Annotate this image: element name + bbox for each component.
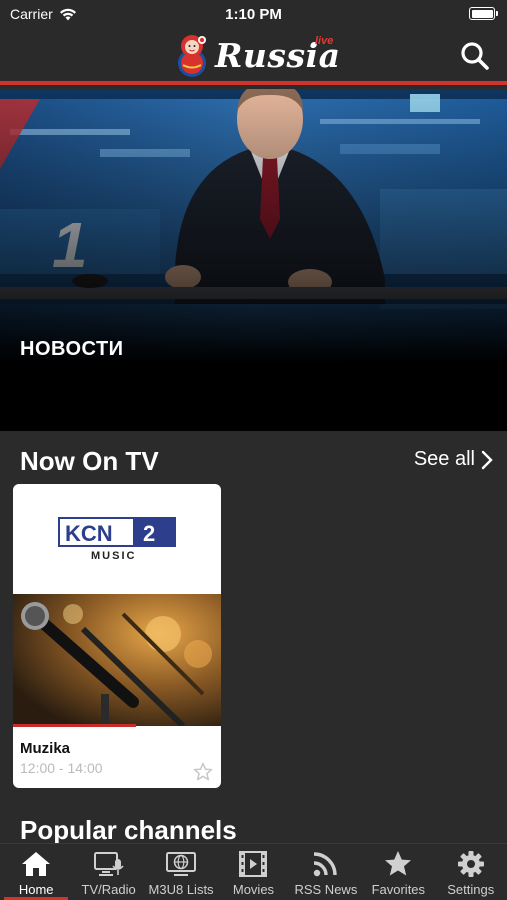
- tab-label: Settings: [447, 882, 495, 897]
- program-thumbnail: [13, 594, 221, 726]
- channel-logo-subtitle: MUSIC: [91, 550, 136, 562]
- channel-logo-image: KCN 2 MUSIC: [58, 517, 176, 562]
- battery-icon: [469, 7, 498, 20]
- channel-logo: KCN 2 MUSIC: [13, 484, 221, 594]
- now-on-tv-heading: Now On TV: [20, 446, 159, 476]
- status-bar: Carrier 1:10 PM: [0, 0, 507, 30]
- tab-m3u8-lists[interactable]: M3U8 Lists: [145, 844, 217, 900]
- top-navigation-bar: Russia live: [0, 30, 507, 85]
- tab-label: RSS News: [294, 882, 358, 897]
- program-time: 12:00 - 14:00: [20, 760, 103, 776]
- program-progress-bar: [13, 724, 136, 727]
- tab-favorites[interactable]: Favorites: [362, 844, 434, 900]
- favorite-star-icon[interactable]: [193, 762, 213, 782]
- matryoshka-logo-icon: [178, 35, 206, 77]
- channel-logo-number: 2: [143, 521, 155, 546]
- popular-channels-heading: Popular channels: [20, 815, 237, 845]
- tab-settings[interactable]: Settings: [435, 844, 507, 900]
- film-icon: [239, 851, 268, 877]
- live-badge: live: [315, 35, 334, 47]
- channel-logo-text: KCN: [65, 521, 113, 546]
- search-icon[interactable]: [459, 40, 491, 72]
- bottom-tab-bar: Home TV/Radio M3U8 Lists Movies RSS News…: [0, 843, 507, 900]
- rss-icon: [313, 852, 337, 877]
- chevron-right-icon: [481, 450, 493, 469]
- app-logo: Russia live: [175, 32, 341, 78]
- see-all-label: See all: [413, 448, 475, 470]
- tab-label: Home: [18, 882, 54, 897]
- see-all-link[interactable]: See all: [414, 448, 493, 471]
- clock: 1:10 PM: [225, 6, 282, 23]
- globe-list-icon: [166, 852, 197, 876]
- featured-channel-title: НОВОСТИ: [20, 338, 124, 360]
- news-anchor-image: 1: [0, 89, 507, 431]
- home-icon: [22, 852, 51, 876]
- tab-label: TV/Radio: [81, 882, 136, 897]
- tv-radio-icon: [93, 852, 124, 876]
- featured-banner[interactable]: 1 НОВОСТИ: [0, 89, 507, 431]
- tab-movies[interactable]: Movies: [217, 844, 289, 900]
- microphone-image: [13, 594, 221, 726]
- program-title: Muzika: [20, 740, 71, 757]
- tab-home[interactable]: Home: [0, 844, 72, 900]
- gear-icon: [457, 851, 484, 877]
- tab-tv-radio[interactable]: TV/Radio: [72, 844, 144, 900]
- tab-label: Movies: [232, 882, 275, 897]
- star-icon: [385, 851, 412, 876]
- tab-label: Favorites: [371, 882, 426, 897]
- channel-card[interactable]: KCN 2 MUSIC Muzika 12:00 - 14:00: [13, 484, 221, 788]
- tab-label: M3U8 Lists: [148, 882, 214, 897]
- tab-rss-news[interactable]: RSS News: [290, 844, 362, 900]
